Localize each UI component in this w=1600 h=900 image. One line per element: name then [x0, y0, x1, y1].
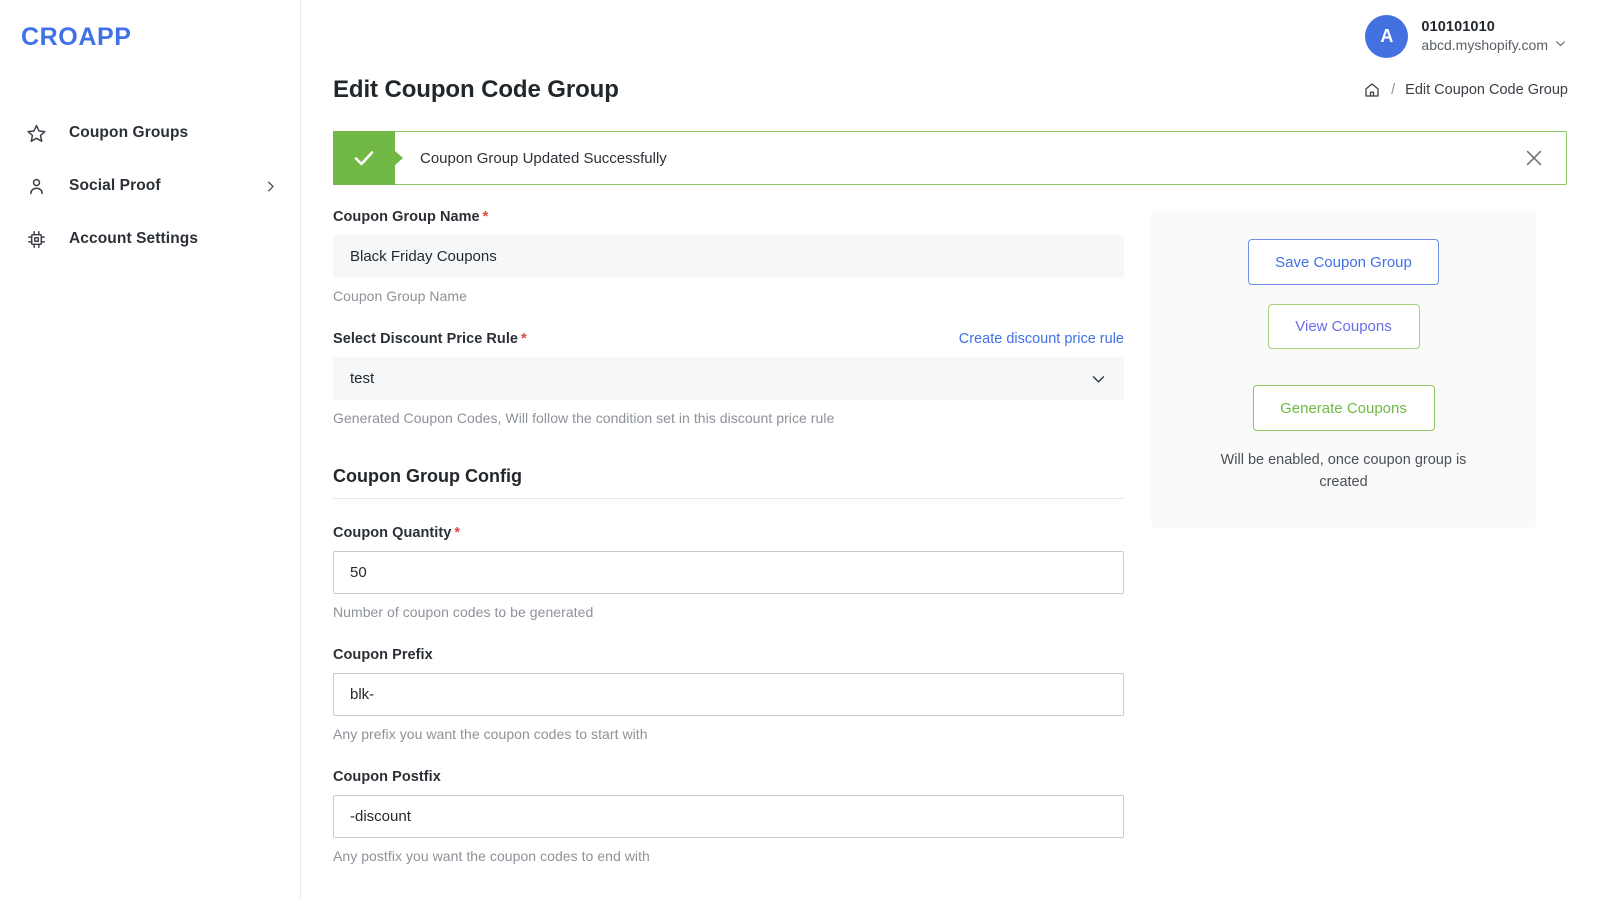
sidebar: CROAPP Coupon Groups Social Proof — [0, 0, 301, 900]
breadcrumb-current: Edit Coupon Code Group — [1405, 82, 1568, 98]
app-logo[interactable]: CROAPP — [0, 22, 300, 52]
coupon-group-form: Coupon Group Name* Coupon Group Name Sel… — [333, 209, 1124, 891]
save-coupon-group-button[interactable]: Save Coupon Group — [1248, 239, 1439, 285]
field-label-row: Coupon Postfix — [333, 769, 1124, 785]
coupon-quantity-helper: Number of coupon codes to be generated — [333, 604, 1124, 620]
chevron-down-icon — [1554, 37, 1567, 55]
app-window: CROAPP Coupon Groups Social Proof — [0, 0, 1600, 900]
sidebar-item-account-settings[interactable]: Account Settings — [0, 219, 300, 259]
coupon-group-name-helper: Coupon Group Name — [333, 288, 1124, 304]
discount-price-rule-select[interactable] — [333, 357, 1124, 400]
person-icon — [25, 175, 47, 197]
user-menu[interactable]: A 010101010 abcd.myshopify.com — [1365, 15, 1567, 58]
check-icon — [333, 131, 395, 185]
user-meta: 010101010 abcd.myshopify.com — [1421, 18, 1567, 55]
chip-icon — [25, 228, 47, 250]
field-label-row: Coupon Group Name* — [333, 209, 1124, 225]
user-name: 010101010 — [1421, 18, 1567, 36]
section-title-coupon-group-config: Coupon Group Config — [333, 466, 1124, 487]
required-marker: * — [454, 525, 460, 541]
success-banner: Coupon Group Updated Successfully — [333, 131, 1567, 185]
sidebar-item-label: Account Settings — [69, 230, 198, 248]
breadcrumb: / Edit Coupon Code Group — [1363, 81, 1568, 104]
field-coupon-quantity: Coupon Quantity* Number of coupon codes … — [333, 525, 1124, 620]
coupon-prefix-label: Coupon Prefix — [333, 647, 433, 663]
create-discount-price-rule-link[interactable]: Create discount price rule — [959, 331, 1124, 347]
coupon-quantity-input[interactable] — [333, 551, 1124, 594]
discount-price-rule-label: Select Discount Price Rule* — [333, 331, 527, 347]
field-label-row: Select Discount Price Rule* Create disco… — [333, 331, 1124, 347]
star-icon — [25, 122, 47, 144]
sidebar-item-social-proof[interactable]: Social Proof — [0, 166, 300, 206]
coupon-postfix-helper: Any postfix you want the coupon codes to… — [333, 848, 1124, 864]
action-panel-column: Save Coupon Group View Coupons Generate … — [1151, 209, 1567, 528]
page-header: Edit Coupon Code Group / Edit Coupon Cod… — [301, 66, 1600, 104]
main-content: A 010101010 abcd.myshopify.com Edit Coup… — [301, 0, 1600, 900]
discount-price-rule-helper: Generated Coupon Codes, Will follow the … — [333, 410, 1124, 426]
topbar: A 010101010 abcd.myshopify.com — [301, 0, 1600, 66]
user-shop-label: abcd.myshopify.com — [1421, 37, 1548, 55]
coupon-prefix-input[interactable] — [333, 673, 1124, 716]
user-shop: abcd.myshopify.com — [1421, 37, 1567, 55]
field-label-row: Coupon Quantity* — [333, 525, 1124, 541]
field-coupon-postfix: Coupon Postfix Any postfix you want the … — [333, 769, 1124, 864]
required-marker: * — [483, 209, 489, 225]
content-area: Coupon Group Name* Coupon Group Name Sel… — [301, 185, 1600, 891]
coupon-postfix-input[interactable] — [333, 795, 1124, 838]
discount-price-rule-select-wrap — [333, 357, 1124, 400]
coupon-postfix-label: Coupon Postfix — [333, 769, 441, 785]
view-coupons-button[interactable]: View Coupons — [1268, 304, 1420, 349]
avatar: A — [1365, 15, 1408, 58]
generate-coupons-button[interactable]: Generate Coupons — [1253, 385, 1435, 431]
sidebar-item-label: Coupon Groups — [69, 124, 188, 142]
section-divider — [333, 498, 1124, 499]
breadcrumb-separator: / — [1391, 82, 1395, 98]
coupon-prefix-helper: Any prefix you want the coupon codes to … — [333, 726, 1124, 742]
page-title: Edit Coupon Code Group — [333, 76, 619, 104]
sidebar-nav: Coupon Groups Social Proof — [0, 113, 300, 259]
success-banner-message: Coupon Group Updated Successfully — [395, 132, 1502, 184]
field-label-row: Coupon Prefix — [333, 647, 1124, 663]
required-marker: * — [521, 331, 527, 347]
action-panel-note: Will be enabled, once coupon group is cr… — [1209, 450, 1479, 494]
field-coupon-prefix: Coupon Prefix Any prefix you want the co… — [333, 647, 1124, 742]
sidebar-item-label: Social Proof — [69, 177, 161, 195]
coupon-group-name-label: Coupon Group Name* — [333, 209, 488, 225]
coupon-quantity-label: Coupon Quantity* — [333, 525, 460, 541]
sidebar-item-coupon-groups[interactable]: Coupon Groups — [0, 113, 300, 153]
chevron-right-icon — [263, 179, 278, 194]
field-coupon-group-name: Coupon Group Name* Coupon Group Name — [333, 209, 1124, 304]
field-discount-price-rule: Select Discount Price Rule* Create disco… — [333, 331, 1124, 426]
action-panel: Save Coupon Group View Coupons Generate … — [1151, 209, 1536, 528]
close-icon[interactable] — [1502, 132, 1566, 184]
home-icon[interactable] — [1363, 81, 1381, 99]
coupon-group-name-input[interactable] — [333, 235, 1124, 278]
